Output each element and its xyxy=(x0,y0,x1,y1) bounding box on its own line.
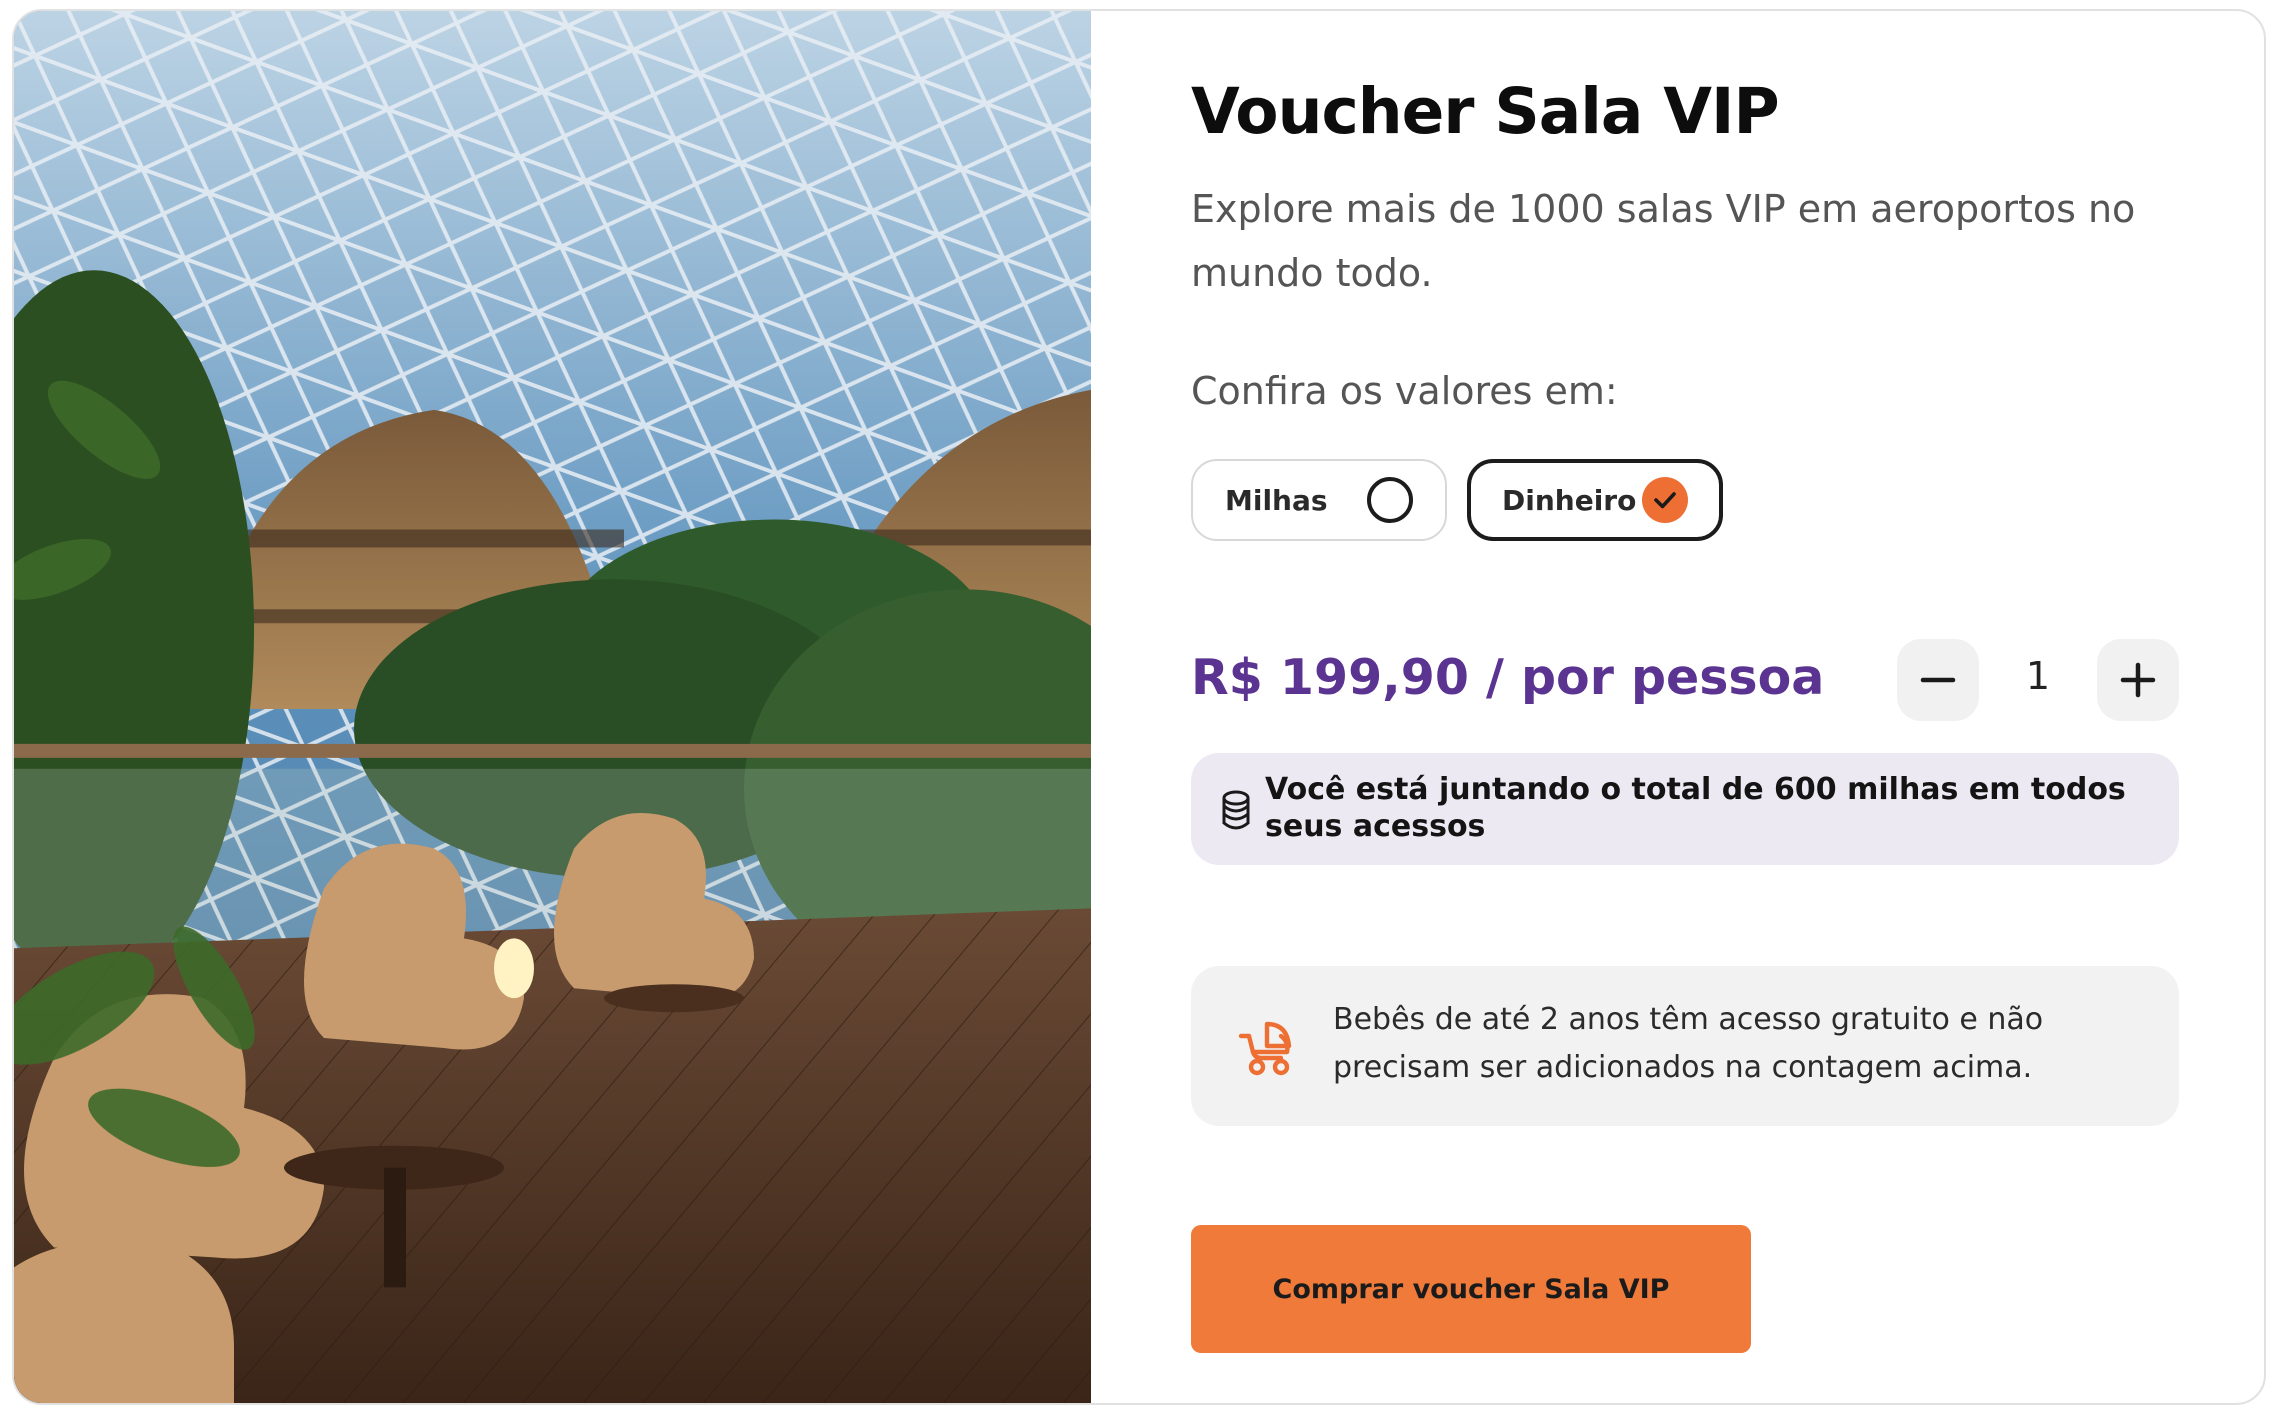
miles-notice: Você está juntando o total de 600 milhas… xyxy=(1191,753,2179,865)
price-per-person: R$ 199,90 / por pessoa xyxy=(1191,649,1825,706)
buy-voucher-button[interactable]: Comprar voucher Sala VIP xyxy=(1191,1225,1751,1353)
miles-notice-text: Você está juntando o total de 600 milhas… xyxy=(1265,772,2126,844)
minus-icon xyxy=(1920,677,1956,683)
increment-button[interactable] xyxy=(2097,639,2179,721)
checkmark-icon xyxy=(1654,492,1676,509)
miles-option[interactable]: Milhas xyxy=(1191,459,1447,541)
content-panel: Voucher Sala VIP Explore mais de 1000 sa… xyxy=(1191,11,2179,1403)
plus-icon xyxy=(2120,662,2156,698)
coins-icon xyxy=(1222,790,1250,830)
money-option[interactable]: Dinheiro xyxy=(1467,459,1723,541)
page-subtitle: Explore mais de 1000 salas VIP em aeropo… xyxy=(1191,187,2136,295)
lounge-photo xyxy=(14,11,1091,1403)
decrement-button[interactable] xyxy=(1897,639,1979,721)
baby-notice: Bebês de até 2 anos têm acesso gratuito … xyxy=(1191,966,2179,1126)
quantity-value: 1 xyxy=(2025,654,2051,698)
baby-notice-text: Bebês de até 2 anos têm acesso gratuito … xyxy=(1333,1002,2044,1085)
page-title: Voucher Sala VIP xyxy=(1191,75,1780,148)
radio-unchecked-icon[interactable] xyxy=(1367,477,1413,523)
money-option-label: Dinheiro xyxy=(1502,483,1637,517)
miles-option-label: Milhas xyxy=(1225,483,1328,517)
currency-prompt: Confira os valores em: xyxy=(1191,369,1618,413)
stroller-icon xyxy=(1238,1021,1292,1076)
radio-checked-icon[interactable] xyxy=(1642,477,1688,523)
voucher-card: Voucher Sala VIP Explore mais de 1000 sa… xyxy=(12,9,2266,1405)
lounge-photo-illustration xyxy=(14,11,1091,1403)
